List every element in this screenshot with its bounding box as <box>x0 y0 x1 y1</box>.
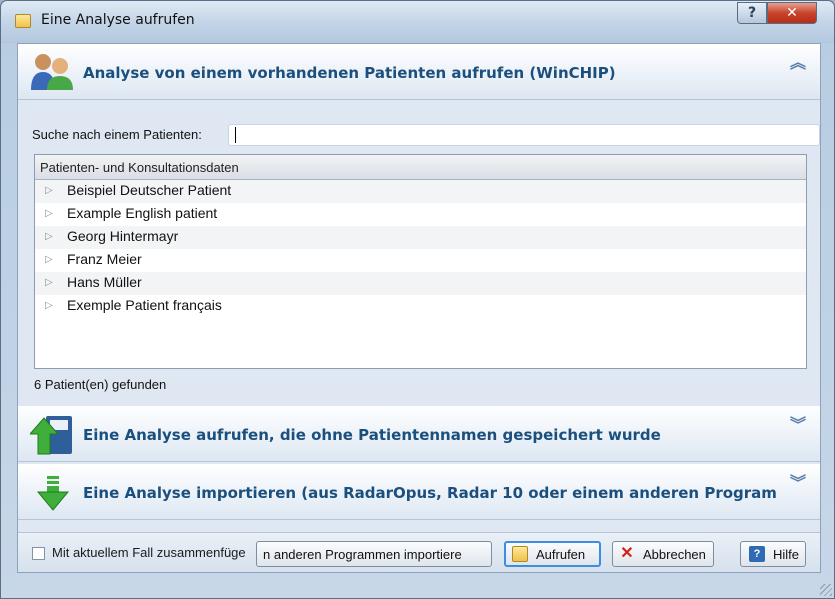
section-import-title: Eine Analyse importieren (aus RadarOpus,… <box>83 484 777 502</box>
help-book-icon: ? <box>749 546 765 562</box>
resize-grip[interactable] <box>820 584 832 596</box>
patient-name: Example English patient <box>67 205 218 221</box>
patient-name: Hans Müller <box>67 274 142 290</box>
merge-checkbox[interactable] <box>32 547 45 560</box>
dialog-window: Eine Analyse aufrufen ? ✕ Analyse von ei… <box>0 0 835 599</box>
tree-rows: ▷ Beispiel Deutscher Patient ▷ Example Eng… <box>35 180 806 318</box>
patient-name: Exemple Patient français <box>67 297 222 313</box>
import-button-label: n anderen Programmen importiere <box>263 546 462 562</box>
section-unnamed-header[interactable]: Eine Analyse aufrufen, die ohne Patiente… <box>18 406 820 462</box>
expand-icon[interactable]: ▷ <box>45 231 53 242</box>
patient-name: Beispiel Deutscher Patient <box>67 182 232 198</box>
patient-name: Georg Hintermayr <box>67 228 179 244</box>
section-patient-title: Analyse von einem vorhandenen Patienten … <box>83 64 616 82</box>
folder-icon <box>512 546 528 562</box>
expand-icon[interactable]: ▷ <box>45 300 53 311</box>
open-button-label: Aufrufen <box>536 546 586 562</box>
patient-count-status: 6 Patient(en) gefunden <box>34 377 167 392</box>
chevron-down-icon[interactable]: ︾ <box>788 417 808 442</box>
chevron-down-icon[interactable]: ︾ <box>788 475 808 500</box>
cancel-icon: ✕ <box>620 545 634 562</box>
section-import-header[interactable]: Eine Analyse importieren (aus RadarOpus,… <box>18 464 820 520</box>
patient-tree[interactable]: Patienten- und Konsultationsdaten ▷ Beisp… <box>34 154 807 369</box>
search-label: Suche nach einem Patienten: <box>32 127 202 142</box>
import-arrow-icon <box>36 476 70 511</box>
users-icon <box>31 54 73 90</box>
tree-row[interactable]: ▷ Example English patient <box>35 203 806 226</box>
expand-icon[interactable]: ▷ <box>45 208 53 219</box>
tree-row[interactable]: ▷ Hans Müller <box>35 272 806 295</box>
chevron-up-icon[interactable]: ︽ <box>788 55 808 80</box>
section-patient-header[interactable]: Analyse von einem vorhandenen Patienten … <box>18 44 820 100</box>
window-title: Eine Analyse aufrufen <box>41 12 195 28</box>
expand-icon[interactable]: ▷ <box>45 185 53 196</box>
merge-checkbox-label[interactable]: Mit aktuellem Fall zusammenfüge <box>52 545 250 560</box>
tree-column-header[interactable]: Patienten- und Konsultationsdaten <box>35 155 806 180</box>
folder-icon <box>15 14 31 28</box>
tree-row[interactable]: ▷ Exemple Patient français <box>35 295 806 318</box>
patient-search-input[interactable] <box>228 124 820 146</box>
dialog-footer: Mit aktuellem Fall zusammenfüge n andere… <box>18 532 820 572</box>
help-button[interactable]: ? Hilfe <box>740 541 806 567</box>
close-button[interactable]: ✕ <box>767 2 817 24</box>
help-button-label: Hilfe <box>773 546 800 562</box>
help-title-button[interactable]: ? <box>737 2 767 24</box>
dialog-content: Analyse von einem vorhandenen Patienten … <box>17 43 821 573</box>
open-button[interactable]: Aufrufen <box>504 541 601 567</box>
title-bar: Eine Analyse aufrufen ? ✕ <box>1 1 834 43</box>
patient-name: Franz Meier <box>67 251 142 267</box>
tree-row[interactable]: ▷ Franz Meier <box>35 249 806 272</box>
cancel-button-label: Abbrechen <box>643 546 706 562</box>
section-unnamed-title: Eine Analyse aufrufen, die ohne Patiente… <box>83 426 661 444</box>
expand-icon[interactable]: ▷ <box>45 254 53 265</box>
search-row: Suche nach einem Patienten: <box>32 124 822 146</box>
expand-icon[interactable]: ▷ <box>45 277 53 288</box>
cancel-button[interactable]: ✕ Abbrechen <box>612 541 714 567</box>
tree-row[interactable]: ▷ Beispiel Deutscher Patient <box>35 180 806 203</box>
tree-row[interactable]: ▷ Georg Hintermayr <box>35 226 806 249</box>
import-button[interactable]: n anderen Programmen importiere <box>256 541 492 567</box>
text-caret <box>235 127 236 143</box>
upload-arrow-icon <box>30 416 72 455</box>
